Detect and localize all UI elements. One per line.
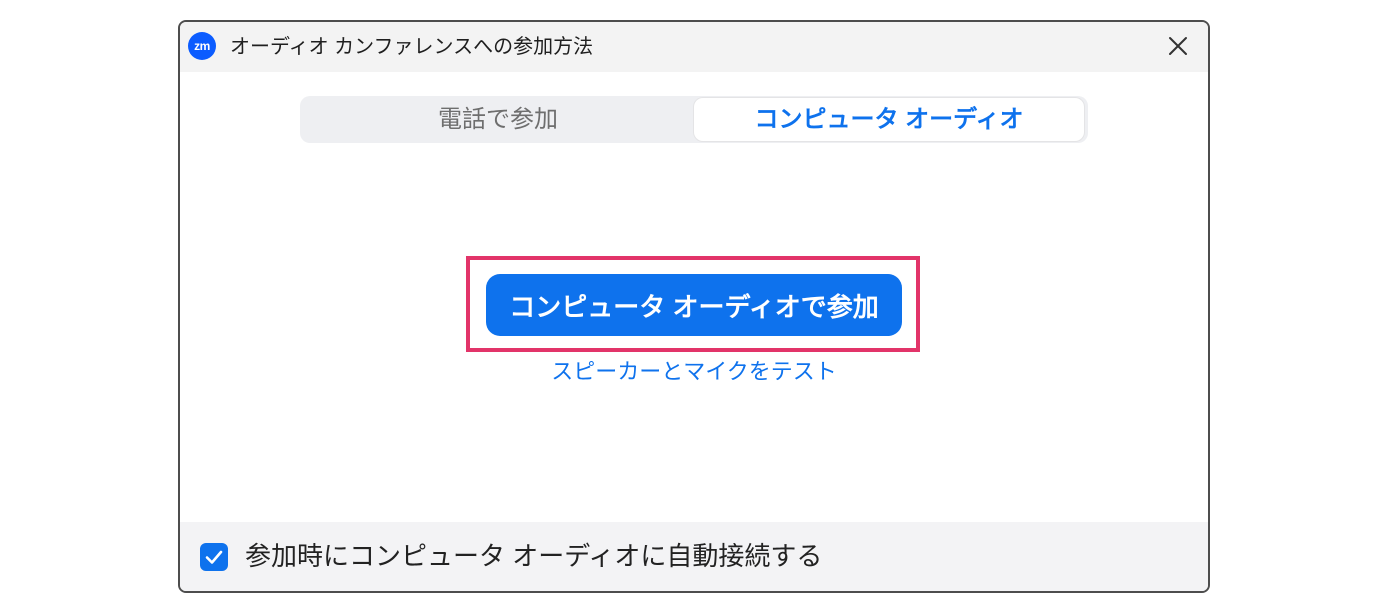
join-computer-audio-button[interactable]: コンピュータ オーディオで参加 bbox=[486, 274, 902, 336]
tab-computer-audio[interactable]: コンピュータ オーディオ bbox=[694, 98, 1084, 141]
close-button[interactable] bbox=[1166, 34, 1190, 58]
auto-connect-checkbox[interactable] bbox=[200, 543, 228, 571]
checkmark-icon bbox=[205, 550, 223, 564]
footer-bar: 参加時にコンピュータ オーディオに自動接続する bbox=[180, 522, 1208, 591]
title-bar: zm オーディオ カンファレンスへの参加方法 bbox=[180, 22, 1208, 72]
audio-join-dialog: zm オーディオ カンファレンスへの参加方法 電話で参加 コンピュータ オーディ… bbox=[178, 20, 1210, 593]
test-speaker-mic-link[interactable]: スピーカーとマイクをテスト bbox=[486, 359, 902, 385]
auto-connect-label[interactable]: 参加時にコンピュータ オーディオに自動接続する bbox=[245, 522, 822, 591]
tab-phone[interactable]: 電話で参加 bbox=[302, 98, 694, 141]
zoom-logo-icon: zm bbox=[188, 32, 216, 60]
audio-mode-tabs: 電話で参加 コンピュータ オーディオ bbox=[300, 96, 1088, 143]
window-title: オーディオ カンファレンスへの参加方法 bbox=[230, 36, 594, 58]
close-icon bbox=[1169, 37, 1187, 55]
join-button-label: コンピュータ オーディオで参加 bbox=[509, 291, 879, 322]
logo-text: zm bbox=[194, 39, 210, 53]
